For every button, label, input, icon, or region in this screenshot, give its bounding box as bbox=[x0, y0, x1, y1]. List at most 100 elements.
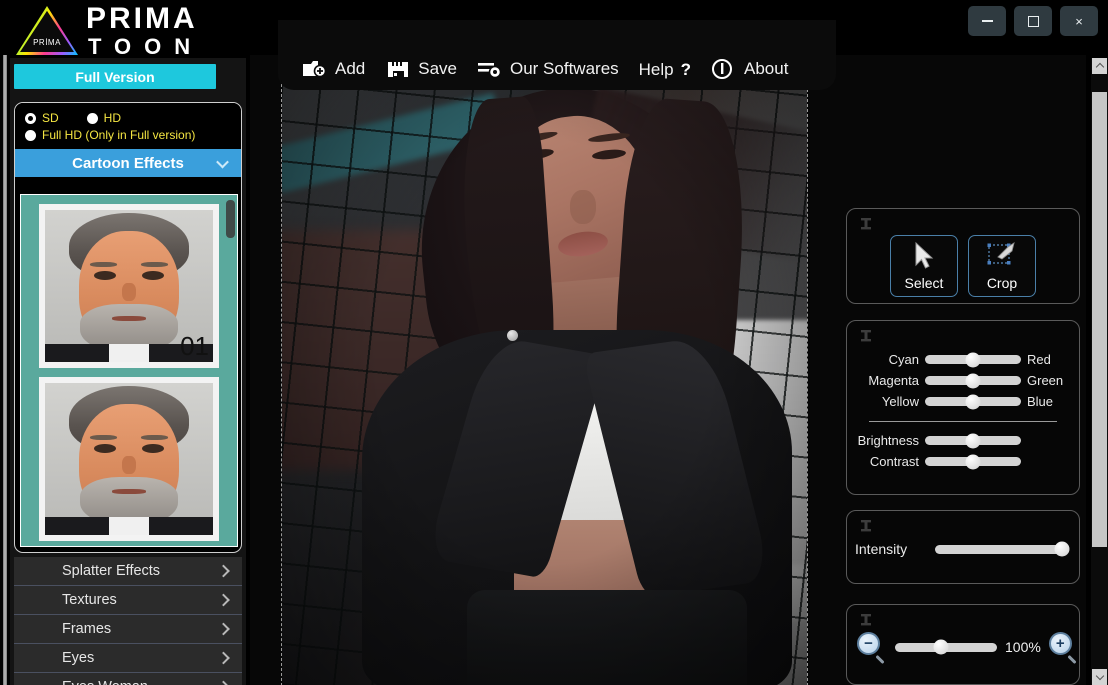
sidebar-item-eyes[interactable]: Eyes bbox=[14, 644, 242, 673]
logo-word: PRİMA bbox=[33, 38, 61, 47]
sidebar-item-splatter-effects[interactable]: Splatter Effects bbox=[14, 557, 242, 586]
yellow-blue-slider-row: Yellow Blue bbox=[847, 391, 1079, 412]
color-adjust-panel: Cyan Red Magenta Green Yellow Blue Brigh… bbox=[846, 320, 1080, 495]
scrollbar-thumb[interactable] bbox=[1092, 92, 1107, 547]
zoom-percent: 100% bbox=[1005, 639, 1041, 655]
left-sidebar: Full Version SD HD Full HD (Only in Full… bbox=[10, 58, 246, 685]
our-softwares-button[interactable]: Our Softwares bbox=[467, 56, 629, 82]
brightness-slider-row: Brightness bbox=[847, 430, 1079, 451]
thumbnail-scrollbar-thumb[interactable] bbox=[226, 200, 235, 238]
intensity-slider[interactable] bbox=[935, 541, 1070, 557]
magenta-green-slider[interactable] bbox=[925, 373, 1021, 388]
blue-label: Blue bbox=[1027, 394, 1054, 409]
info-icon bbox=[711, 58, 737, 80]
zoom-slider[interactable] bbox=[895, 639, 997, 655]
sidebar-item-eyes-woman[interactable]: Eyes Woman bbox=[14, 673, 242, 685]
left-edge-rail bbox=[3, 55, 7, 685]
contrast-label: Contrast bbox=[869, 454, 919, 469]
brightness-slider[interactable] bbox=[925, 433, 1021, 448]
chevron-right-icon bbox=[217, 680, 230, 685]
sidebar-item-label: Eyes Woman bbox=[62, 679, 148, 685]
brand-line-2: TOON bbox=[88, 34, 204, 59]
save-disk-icon bbox=[385, 58, 411, 80]
our-softwares-icon bbox=[477, 58, 503, 80]
close-button[interactable]: × bbox=[1060, 6, 1098, 36]
save-button[interactable]: Save bbox=[375, 56, 467, 82]
thumbnail-item[interactable] bbox=[39, 377, 219, 541]
pin-icon[interactable] bbox=[859, 519, 873, 535]
pin-icon[interactable] bbox=[859, 329, 873, 345]
tools-panel: Select Crop bbox=[846, 208, 1080, 304]
green-label: Green bbox=[1027, 373, 1064, 388]
crop-tool-button[interactable]: Crop bbox=[968, 235, 1036, 297]
red-label: Red bbox=[1027, 352, 1051, 367]
prima-triangle-icon: PRİMA bbox=[16, 5, 78, 55]
cyan-red-slider[interactable] bbox=[925, 352, 1021, 367]
save-label: Save bbox=[418, 59, 457, 78]
help-button[interactable]: Help ? bbox=[629, 58, 701, 82]
help-label: Help bbox=[638, 60, 674, 79]
add-label: Add bbox=[335, 59, 366, 78]
panel-divider bbox=[869, 421, 1057, 422]
magenta-green-slider-row: Magenta Green bbox=[847, 370, 1079, 391]
scroll-down-button[interactable] bbox=[1092, 669, 1107, 685]
application-window: PRİMA PRIMA TOON × Full Version SD HD Fu… bbox=[0, 0, 1108, 685]
cursor-arrow-icon bbox=[910, 236, 938, 275]
radio-hd[interactable] bbox=[86, 112, 98, 124]
sidebar-item-label: Frames bbox=[62, 621, 112, 637]
quality-radio-group: SD HD Full HD (Only in Full version) bbox=[15, 103, 241, 149]
sidebar-item-frames[interactable]: Frames bbox=[14, 615, 242, 644]
chevron-down-icon bbox=[216, 155, 229, 169]
cyan-label: Cyan bbox=[888, 352, 919, 367]
zoom-out-icon: − bbox=[857, 632, 880, 655]
radio-fullhd-label: Full HD (Only in Full version) bbox=[42, 128, 196, 142]
add-photo-icon bbox=[302, 58, 328, 80]
about-button[interactable]: About bbox=[701, 56, 798, 82]
chevron-right-icon bbox=[217, 651, 230, 665]
contrast-slider-row: Contrast bbox=[847, 451, 1079, 472]
thumbnail-item[interactable]: 01 bbox=[39, 204, 219, 368]
cartoon-effects-label: Cartoon Effects bbox=[72, 154, 184, 172]
zoom-out-button[interactable]: − bbox=[857, 632, 887, 665]
effects-panel: SD HD Full HD (Only in Full version) Car… bbox=[14, 102, 242, 553]
chevron-right-icon bbox=[217, 564, 230, 578]
scroll-up-button[interactable] bbox=[1092, 58, 1107, 74]
yellow-label: Yellow bbox=[881, 394, 919, 409]
effects-thumbnail-list[interactable]: 01 bbox=[20, 194, 238, 547]
thumbnail-number: 01 bbox=[180, 331, 209, 361]
chevron-right-icon bbox=[217, 622, 230, 636]
crop-label: Crop bbox=[986, 275, 1018, 291]
minimize-button[interactable] bbox=[968, 6, 1006, 36]
sidebar-item-label: Splatter Effects bbox=[62, 563, 161, 579]
zoom-in-icon: + bbox=[1048, 632, 1072, 655]
our-softwares-label: Our Softwares bbox=[510, 59, 619, 78]
radio-sd[interactable] bbox=[25, 112, 36, 124]
intensity-label: Intensity bbox=[855, 541, 908, 557]
chevron-right-icon bbox=[217, 593, 230, 607]
about-label: About bbox=[744, 59, 789, 78]
main-toolbar: Add Save Our Softwares Help ? About bbox=[278, 20, 836, 90]
pin-icon[interactable] bbox=[859, 613, 873, 629]
radio-fullhd[interactable] bbox=[25, 129, 36, 141]
select-tool-button[interactable]: Select bbox=[890, 235, 958, 297]
zoom-in-button[interactable]: + bbox=[1048, 632, 1079, 665]
sidebar-item-textures[interactable]: Textures bbox=[14, 586, 242, 615]
brand-line-1: PRIMA bbox=[86, 2, 198, 35]
maximize-button[interactable] bbox=[1014, 6, 1052, 36]
sidebar-item-label: Textures bbox=[62, 592, 117, 608]
pin-icon[interactable] bbox=[859, 217, 873, 233]
intensity-panel: Intensity bbox=[846, 510, 1080, 584]
cyan-red-slider-row: Cyan Red bbox=[847, 349, 1079, 370]
cartoon-effects-header[interactable]: Cartoon Effects bbox=[15, 149, 241, 177]
yellow-blue-slider[interactable] bbox=[925, 394, 1021, 409]
contrast-slider[interactable] bbox=[925, 454, 1021, 469]
app-logo: PRİMA PRIMA TOON bbox=[16, 2, 203, 58]
vertical-scrollbar[interactable] bbox=[1091, 58, 1108, 685]
brand-text: PRIMA TOON bbox=[86, 2, 203, 58]
magenta-label: Magenta bbox=[868, 373, 919, 388]
full-version-button[interactable]: Full Version bbox=[14, 64, 216, 89]
add-button[interactable]: Add bbox=[292, 56, 375, 82]
edited-photo[interactable] bbox=[281, 79, 808, 685]
zoom-panel: − 100% + bbox=[846, 604, 1080, 685]
window-controls: × bbox=[968, 6, 1098, 36]
